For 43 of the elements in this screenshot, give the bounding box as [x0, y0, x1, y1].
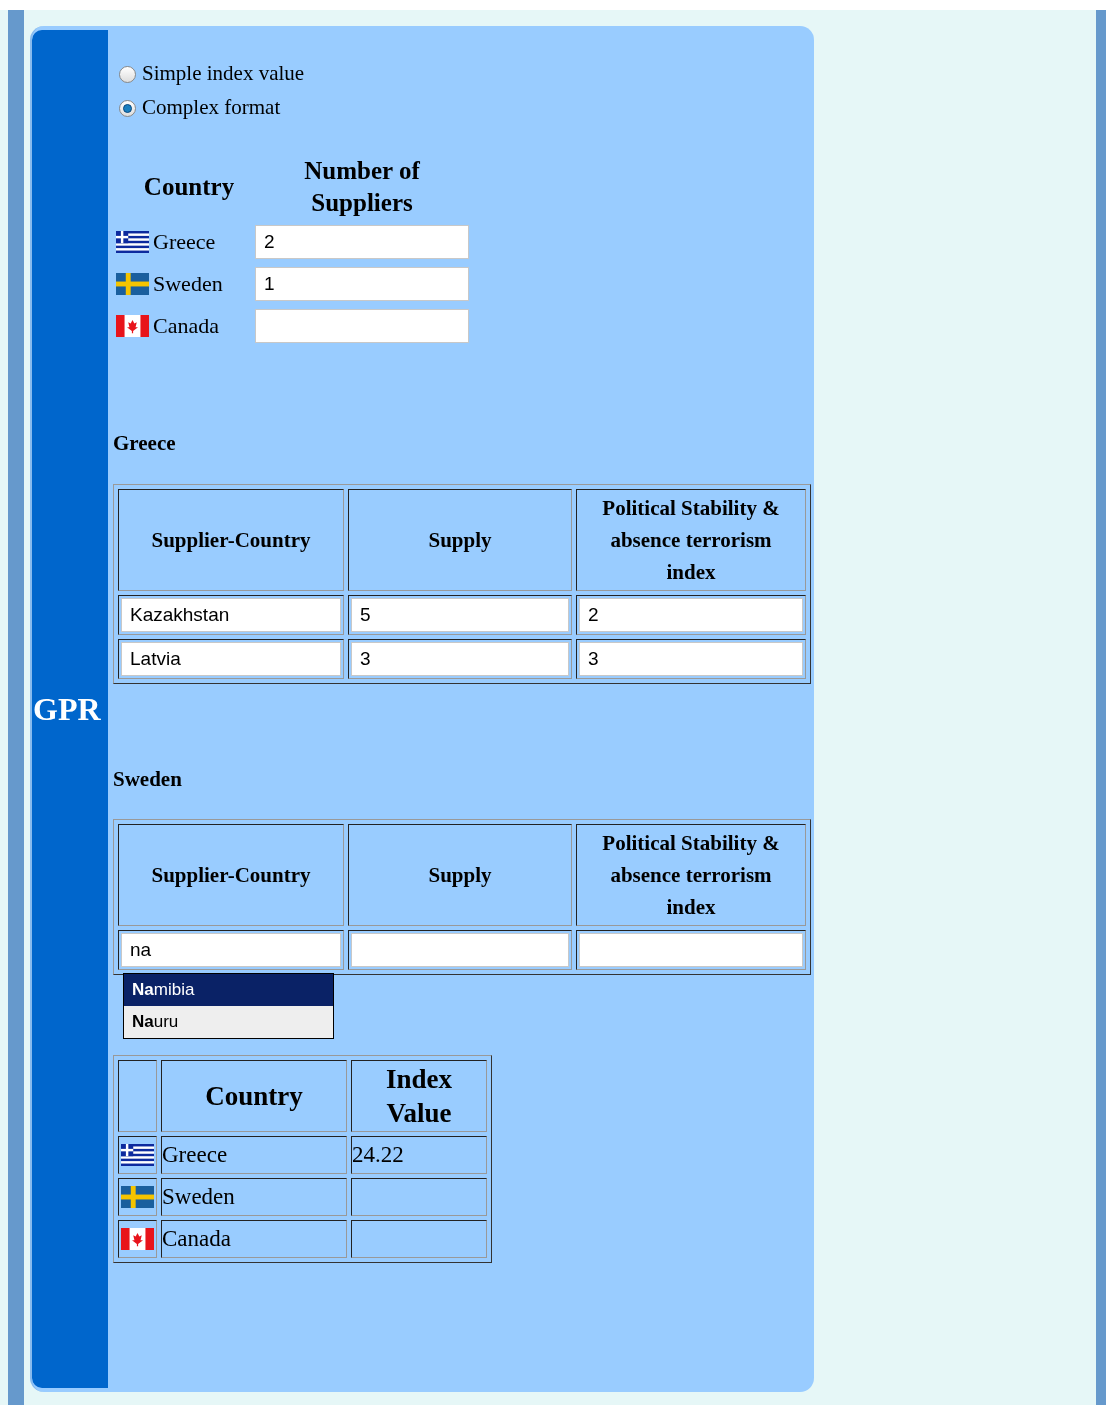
table-cell: Sweden	[162, 1183, 235, 1209]
flag-icon	[121, 1143, 154, 1167]
column-header: Country	[161, 1060, 347, 1132]
flag-icon	[116, 272, 149, 295]
radio-label: Simple index value	[142, 60, 305, 88]
input-field[interactable]: Latvia	[121, 641, 341, 676]
input-field[interactable]: Kazakhstan	[121, 597, 341, 632]
radio-label: Complex format	[142, 94, 281, 122]
table-cell: Greece	[162, 1141, 228, 1167]
column-header: Country	[142, 172, 236, 202]
flag-icon	[116, 314, 149, 337]
section-title: Sweden	[113, 765, 183, 793]
input-field[interactable]: 3	[351, 641, 569, 676]
input-field[interactable]: 2	[579, 597, 803, 632]
flag-icon	[121, 1185, 154, 1209]
section-title: Greece	[113, 430, 177, 457]
sidebar-label: GPR	[32, 690, 101, 729]
column-header: Supplier-Country	[118, 824, 344, 926]
input-field[interactable]	[351, 933, 569, 967]
autocomplete-option[interactable]: Namibia	[124, 974, 333, 1006]
table-cell: 24.22	[352, 1141, 404, 1167]
input-field[interactable]: 5	[351, 597, 569, 632]
radio-button[interactable]	[119, 99, 136, 117]
column-header: Supplier-Country	[118, 488, 344, 591]
column-header: Supply	[348, 824, 572, 926]
input-field[interactable]: 1	[255, 266, 469, 301]
column-header: Number of Suppliers	[303, 156, 421, 218]
input-field[interactable]	[579, 933, 803, 967]
column-header: Supply	[348, 488, 572, 591]
table-cell: Canada	[162, 1225, 231, 1251]
input-field[interactable]: 2	[255, 224, 469, 259]
country-name: Greece	[153, 228, 216, 256]
input-field[interactable]: 3	[579, 641, 803, 676]
column-header: Political Stability & absence terrorism index	[576, 488, 806, 591]
country-name: Sweden	[153, 270, 223, 298]
column-header: Index Value	[351, 1060, 487, 1132]
input-field[interactable]: na	[121, 933, 341, 967]
column-header: Political Stability & absence terrorism index	[576, 824, 806, 926]
radio-button[interactable]	[119, 65, 136, 83]
country-name: Canada	[153, 312, 219, 340]
flag-icon	[116, 230, 149, 253]
input-field[interactable]	[255, 308, 469, 343]
flag-icon	[121, 1227, 154, 1251]
